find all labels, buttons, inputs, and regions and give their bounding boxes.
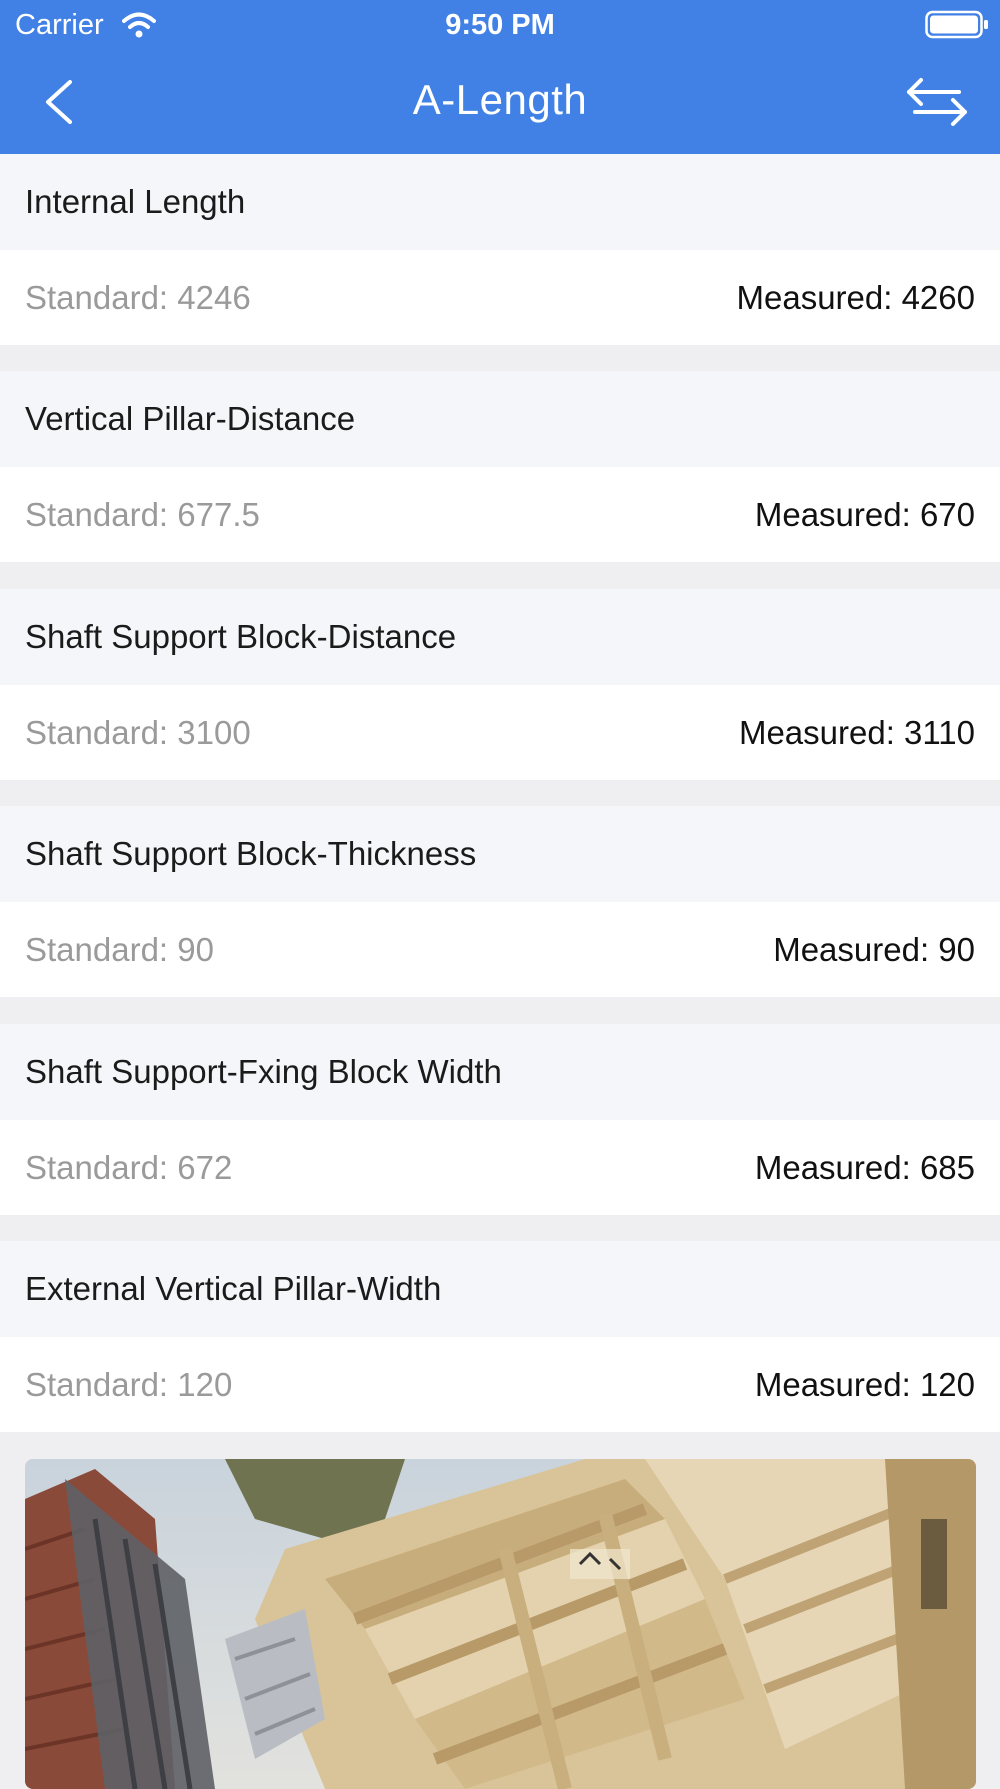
measurement-section: Shaft Support Block-Thickness Standard: … [0, 806, 1000, 997]
measured-value: Measured: 670 [754, 496, 975, 533]
section-title: Vertical Pillar-Distance [0, 371, 1000, 467]
standard-value: Standard: 120 [25, 1366, 233, 1403]
navigation-bar: A-Length [0, 50, 1000, 154]
measurement-section: Internal Length Standard: 4246 Measured:… [0, 154, 1000, 345]
standard-value: Standard: 672 [25, 1149, 233, 1186]
measurement-row: Standard: 677.5 Measured: 670 [0, 467, 1000, 562]
section-title: Internal Length [0, 154, 1000, 250]
measured-value: Measured: 685 [754, 1149, 975, 1186]
measurement-row: Standard: 3100 Measured: 3110 [0, 685, 1000, 780]
measurement-row: Standard: 120 Measured: 120 [0, 1337, 1000, 1432]
standard-value: Standard: 677.5 [25, 496, 260, 533]
battery-icon [925, 10, 988, 39]
section-title: External Vertical Pillar-Width [0, 1241, 1000, 1337]
measured-value: Measured: 3110 [738, 714, 975, 751]
standard-value: Standard: 4246 [25, 279, 251, 316]
standard-value: Standard: 3100 [25, 714, 251, 751]
measurement-row: Standard: 672 Measured: 685 [0, 1120, 1000, 1215]
swap-button[interactable] [905, 76, 969, 128]
swap-arrows-icon [907, 78, 967, 126]
status-time: 9:50 PM [445, 9, 555, 41]
crate-photo[interactable] [25, 1459, 976, 1789]
measurement-section: Shaft Support Block-Distance Standard: 3… [0, 589, 1000, 780]
page-title: A-Length [412, 76, 588, 123]
section-title: Shaft Support Block-Thickness [0, 806, 1000, 902]
measurement-row: Standard: 90 Measured: 90 [0, 902, 1000, 997]
measurement-section: Vertical Pillar-Distance Standard: 677.5… [0, 371, 1000, 562]
status-bar: Carrier 9:50 PM [0, 0, 1000, 50]
measured-value: Measured: 4260 [736, 279, 976, 316]
section-title: Shaft Support Block-Distance [0, 589, 1000, 685]
section-title: Shaft Support-Fxing Block Width [0, 1024, 1000, 1120]
crate-photo-illustration [25, 1459, 976, 1789]
measurement-section: External Vertical Pillar-Width Standard:… [0, 1241, 1000, 1432]
measurement-section: Shaft Support-Fxing Block Width Standard… [0, 1024, 1000, 1215]
standard-value: Standard: 90 [25, 931, 214, 968]
measured-value: Measured: 90 [773, 931, 975, 968]
measured-value: Measured: 120 [754, 1366, 975, 1403]
measurement-row: Standard: 4246 Measured: 4260 [0, 250, 1000, 345]
